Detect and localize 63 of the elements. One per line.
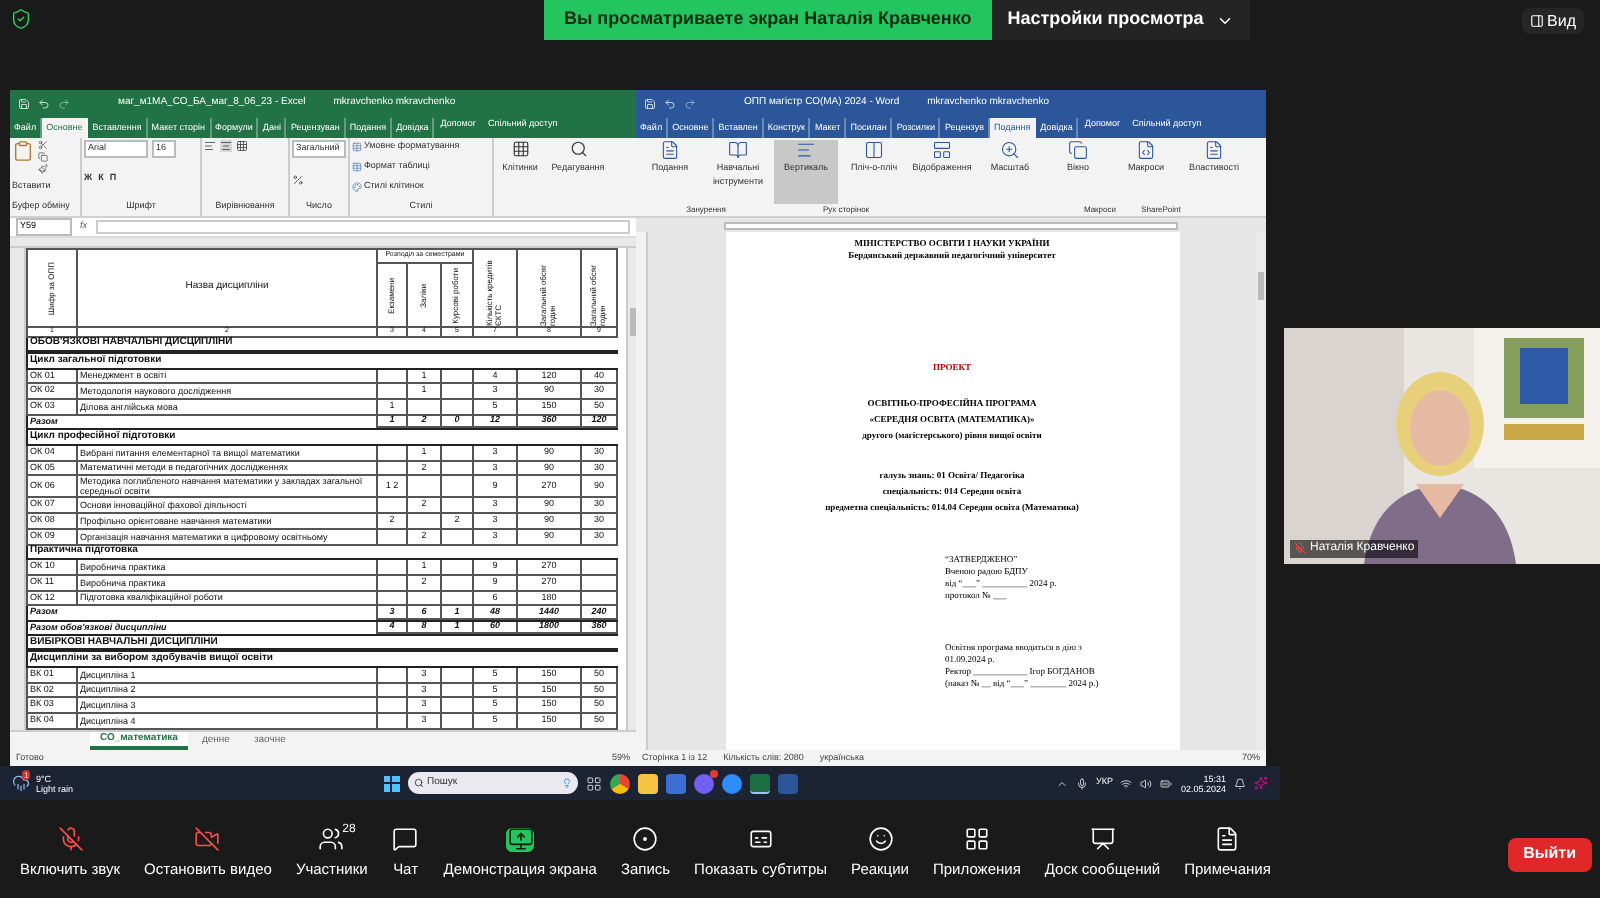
layout-icon [932,140,952,160]
search-icon[interactable] [569,140,587,158]
copilot-icon[interactable] [1254,776,1268,790]
formula-field[interactable] [95,220,630,234]
spreadsheet-app-icon[interactable] [749,773,770,793]
chat-icon [392,826,419,853]
video-off-icon [194,826,221,853]
table-cell [442,476,474,499]
record-icon [632,826,659,853]
volume-icon[interactable] [1140,777,1153,789]
cells-icon[interactable] [511,140,529,158]
weather-icon [12,774,30,792]
sharing-banner: Вы просматриваете экран Наталія Кравченко [544,0,992,40]
save-icon[interactable] [18,97,30,109]
copy-icon[interactable] [38,152,48,162]
align-icon[interactable] [220,140,232,152]
scrollbar[interactable] [626,248,636,730]
mic-off-icon [57,826,84,853]
columns-icon [864,140,884,160]
undo-icon[interactable] [38,97,50,109]
merge-icon[interactable] [236,140,248,152]
conditional-format-icon [352,141,362,152]
folder-icon[interactable] [637,773,658,793]
whiteboard-icon [1089,826,1116,853]
table-icon [352,161,362,172]
palette-icon [352,182,362,193]
lightbulb-icon [561,778,572,788]
smiley-icon [867,826,893,853]
percent-icon[interactable] [292,173,304,185]
scrollbar[interactable] [1256,232,1266,750]
paste-icon[interactable] [12,140,34,162]
start-icon[interactable] [383,775,400,791]
view-options-button[interactable]: Настройки просмотра [991,0,1250,40]
screen-share-icon [507,826,534,853]
cut-icon[interactable] [38,140,48,150]
browser-icon[interactable] [609,773,630,793]
battery-icon[interactable] [1160,777,1173,789]
apps-icon [963,826,990,853]
panel-icon [1529,14,1544,28]
notes-icon [1214,826,1241,853]
app-icon[interactable] [665,773,686,793]
mic-icon[interactable] [1075,777,1088,789]
magnifier-icon [1000,140,1020,160]
people-icon [318,826,345,853]
view-button[interactable]: Вид [1521,8,1584,34]
book-icon [728,140,748,160]
format-painter-icon[interactable] [38,164,48,174]
captions-icon [747,826,774,853]
bell-icon[interactable] [1234,777,1246,789]
messenger-icon[interactable] [693,773,714,793]
save-icon[interactable] [644,97,656,109]
table-cell [408,476,442,499]
undo-icon[interactable] [664,97,676,109]
lines-icon [796,140,816,160]
shield-icon [10,8,32,30]
redo-icon[interactable] [684,97,696,109]
leave-button[interactable]: Выйти [1507,837,1592,871]
align-icon[interactable] [204,140,216,152]
chevron-icon[interactable] [1055,777,1068,789]
video-app-icon[interactable] [721,773,742,793]
search-icon [413,778,424,788]
task-view-icon[interactable] [585,775,602,791]
wifi-icon[interactable] [1120,777,1133,789]
